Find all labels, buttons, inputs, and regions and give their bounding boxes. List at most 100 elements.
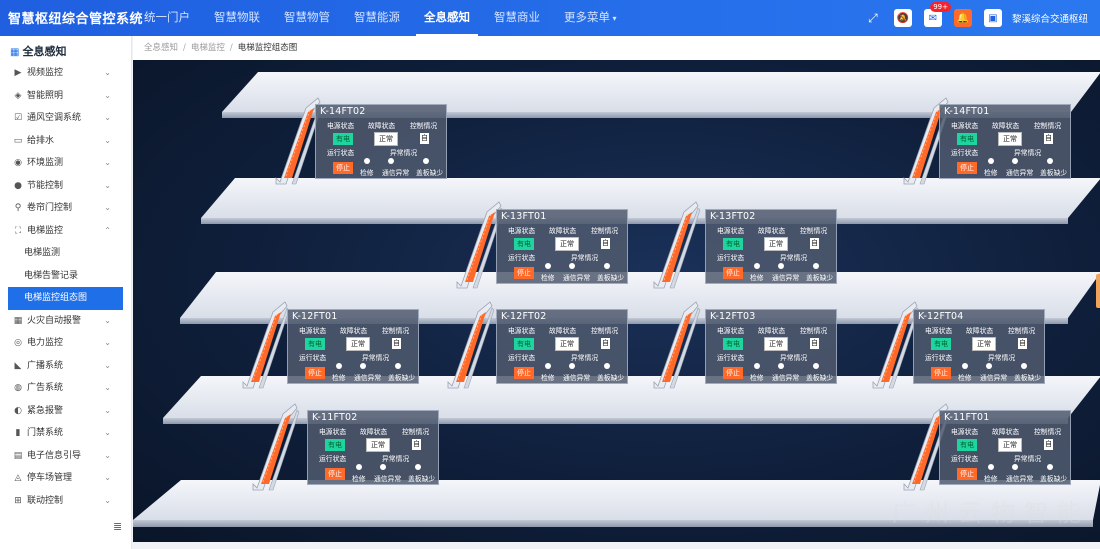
dot-label-maintenance: 检修 [332, 374, 346, 382]
nav-item-commerce[interactable]: 智慧商业 [486, 0, 548, 36]
escalator-status-panel[interactable]: K-11FT01 电源状态 故障状态 控制情况 有电 正常 自运行状态 异常情况 停止 检修 通信异… [939, 410, 1071, 485]
main-nav: 统一门户 智慧物联 智慧物管 智慧能源 全息感知 智慧商业 更多菜单 ▾ [136, 0, 633, 36]
chevron-down-icon: ⌄ [104, 68, 111, 77]
escalator-status-panel[interactable]: K-14FT02 电源状态 故障状态 控制情况 有电 正常 自运行状态 异常情况 停止 检修 通信异… [315, 104, 447, 179]
dot-label-comm: 通信异常 [354, 374, 382, 382]
alert-icon[interactable]: 🔔 [953, 9, 972, 27]
sidebar-item-power[interactable]: ◎ 电力监控 ⌄ [0, 332, 131, 355]
sidebar-item-linkage[interactable]: ⊞ 联动控制 ⌄ [0, 490, 131, 513]
status-dot [988, 158, 994, 164]
sidebar-item-shutter[interactable]: ⚲ 卷帘门控制 ⌄ [0, 197, 131, 220]
sidebar-item-elevator[interactable]: ⛶ 电梯监控 ⌃ [0, 220, 131, 243]
dot-label-comm: 通信异常 [382, 169, 410, 177]
collapse-menu-icon[interactable]: ≣ [113, 520, 122, 533]
run-status-value: 停止 [723, 267, 743, 279]
escalator-id: K-12FT02 [501, 311, 547, 322]
nav-item-property[interactable]: 智慧物管 [276, 0, 338, 36]
exception-label: 控制情况 [591, 227, 619, 235]
settings-icon[interactable]: ▣ [983, 9, 1002, 27]
fullscreen-icon[interactable]: ⤢ [864, 9, 882, 27]
sidebar-item-guide[interactable]: ▤ 电子信息引导 ⌄ [0, 445, 131, 468]
exception-label: 控制情况 [591, 327, 619, 335]
run-status-label: 运行状态 [717, 254, 745, 262]
power-status-value: 有电 [514, 338, 534, 350]
sidebar-item-broadcast[interactable]: ◣ 广播系统 ⌄ [0, 355, 131, 378]
fault-status-value: 正常 [346, 337, 370, 351]
chevron-down-icon: ⌄ [104, 495, 111, 505]
sidebar-item-water[interactable]: ▭ 给排水 ⌄ [0, 130, 131, 153]
run-status-label: 运行状态 [717, 354, 745, 362]
exception-value: 自 [412, 439, 421, 450]
sidebar-item-video[interactable]: ▶ 视频监控 ⌄ [0, 62, 131, 85]
escalator-status-panel[interactable]: K-12FT02 电源状态 故障状态 控制情况 有电 正常 自运行状态 异常情况 停止 检修 通信异… [496, 309, 628, 384]
sidebar-subitem-alarm-log[interactable]: 电梯告警记录 [0, 265, 131, 288]
app-title: 智慧枢纽综合管控系统 [8, 12, 144, 27]
broadcast-icon: ◣ [14, 360, 22, 371]
fault-status-label: 故障状态 [992, 122, 1020, 130]
escalator-status-panel[interactable]: K-13FT02 电源状态 故障状态 控制情况 有电 正常 自运行状态 异常情况 停止 检修 通信异… [705, 209, 837, 284]
escalator-diagram: K-14FT02 电源状态 故障状态 控制情况 有电 正常自运行状态 异常情况 停止 检修 通信异… [133, 60, 1100, 542]
sidebar-item-fire[interactable]: ▦ 火灾自动报警 ⌄ [0, 310, 131, 333]
sidebar-item-access[interactable]: ▮ 门禁系统 ⌄ [0, 422, 131, 445]
run-status-label: 运行状态 [508, 354, 536, 362]
nav-item-more[interactable]: 更多菜单 ▾ [556, 0, 625, 36]
sidebar-item-hvac[interactable]: ☑ 通风空调系统 ⌄ [0, 107, 131, 130]
sidebar-item-lighting[interactable]: ◈ 智能照明 ⌄ [0, 85, 131, 108]
escalator-status-panel[interactable]: K-13FT01 电源状态 故障状态 控制情况 有电 正常 自运行状态 异常情况 停止 检修 通信异… [496, 209, 628, 284]
power-status-value: 有电 [325, 439, 345, 451]
mute-icon[interactable]: 🔕 [893, 9, 912, 27]
escalator-status-panel[interactable]: K-11FT02 电源状态 故障状态 控制情况 有电 正常 自运行状态 异常情况 停止 检修 通信异… [307, 410, 439, 485]
chevron-down-icon: ⌄ [104, 113, 111, 122]
power-status-value: 有电 [723, 338, 743, 350]
exception-label: 控制情况 [1008, 327, 1036, 335]
scrollbar-handle[interactable] [1096, 274, 1100, 308]
abnormal-label: 异常情况 [780, 354, 808, 362]
dot-label-maintenance: 检修 [750, 374, 764, 382]
status-dot [380, 464, 386, 470]
status-dot [423, 158, 429, 164]
nav-item-portal[interactable]: 统一门户 [136, 0, 198, 36]
dot-label-cover: 盖板缺少 [1014, 374, 1042, 382]
user-name[interactable]: 黎溪综合交通枢纽 [1012, 11, 1088, 25]
sidebar-item-parking[interactable]: ◬ 停车场管理 ⌄ [0, 467, 131, 490]
exception-value: 自 [1044, 133, 1053, 144]
breadcrumb-item[interactable]: 电梯监控 [191, 43, 225, 53]
chevron-down-icon: ⌄ [104, 90, 111, 100]
mail-icon[interactable]: ✉ 99+ [923, 2, 951, 27]
escalator-status-panel[interactable]: K-14FT01 电源状态 故障状态 控制情况 有电 正常 自运行状态 异常情况 停止 检修 通信异… [939, 104, 1071, 179]
escalator-status-panel[interactable]: K-12FT03 电源状态 故障状态 控制情况 有电 正常 自运行状态 异常情况 停止 检修 通信异… [705, 309, 837, 384]
nav-item-perception[interactable]: 全息感知 [416, 0, 478, 36]
sidebar-item-ad[interactable]: ◍ 广告系统 ⌄ [0, 377, 131, 400]
escalator-status-panel[interactable]: K-12FT04 电源状态 故障状态 控制情况 有电 正常 自运行状态 异常情况 停止 检修 通信异… [913, 309, 1045, 384]
dot-label-comm: 通信异常 [980, 374, 1008, 382]
sidebar-subitem-diagram[interactable]: 电梯监控组态图 [8, 287, 123, 310]
fire-alarm-icon: ▦ [13, 315, 23, 326]
status-dot [545, 363, 551, 369]
run-status-label: 运行状态 [299, 354, 327, 362]
fault-status-value: 正常 [972, 337, 996, 351]
sidebar-item-emergency[interactable]: ◐ 紧急报警 ⌄ [0, 400, 131, 423]
dot-label-maintenance: 检修 [360, 169, 374, 177]
nav-item-energy[interactable]: 智慧能源 [346, 0, 408, 36]
floor-slab-13 [201, 178, 1100, 224]
dot-label-cover: 盖板缺少 [1040, 169, 1068, 177]
chevron-down-icon: ▾ [610, 14, 617, 23]
breadcrumb-item[interactable]: 全息感知 [144, 43, 178, 53]
power-status-label: 电源状态 [951, 122, 979, 130]
sidebar-subitem-monitor[interactable]: 电梯监测 [0, 242, 131, 265]
escalator-status-panel[interactable]: K-12FT01 电源状态 故障状态 控制情况 有电 正常 自运行状态 异常情况 停止 检修 通信异… [287, 309, 419, 384]
fault-status-label: 故障状态 [368, 122, 396, 130]
sidebar-item-energy[interactable]: ● 节能控制 ⌄ [0, 175, 131, 198]
run-status-value: 停止 [957, 468, 977, 480]
sidebar-item-env[interactable]: ◉ 环境监测 ⌄ [0, 152, 131, 175]
exception-label: 控制情况 [1034, 122, 1062, 130]
chevron-down-icon: ⌄ [104, 203, 111, 212]
nav-item-iot[interactable]: 智慧物联 [206, 0, 268, 36]
abnormal-label: 异常情况 [571, 254, 599, 262]
dot-label-maintenance: 检修 [352, 475, 366, 483]
exception-label: 控制情况 [402, 428, 430, 436]
fault-status-value: 正常 [555, 337, 579, 351]
power-status-label: 电源状态 [951, 428, 979, 436]
watermark: 广州云物智能 [892, 499, 1090, 527]
dot-label-comm: 通信异常 [563, 274, 591, 282]
